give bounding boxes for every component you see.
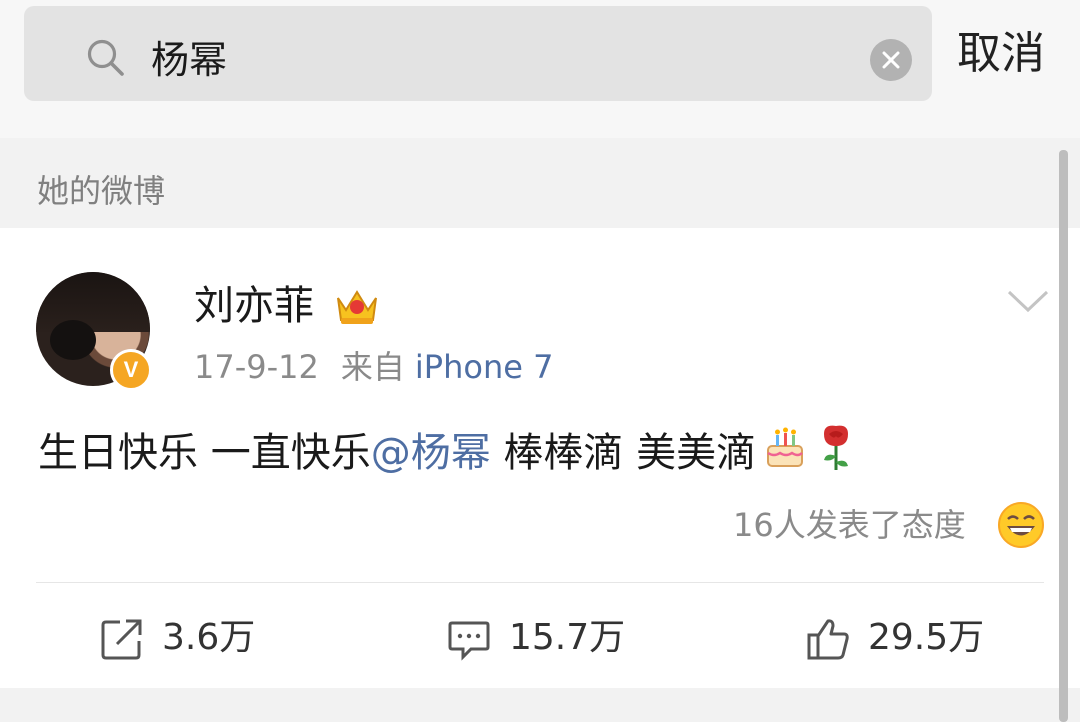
post-source-label: 来自 — [340, 348, 405, 386]
section-title: 她的微博 — [37, 172, 166, 210]
like-count: 29.5万 — [868, 617, 985, 658]
crown-icon[interactable] — [334, 284, 380, 326]
repost-count: 3.6万 — [162, 617, 256, 658]
weibo-post-card[interactable]: V 刘亦菲 17-9-12 来自 iPhone 7 生日快乐 一直快乐@杨幂 棒棒滴… — [0, 228, 1080, 688]
divider — [36, 582, 1044, 583]
cancel-button[interactable]: 取消 — [957, 25, 1045, 83]
rose-icon — [824, 425, 849, 470]
search-bar: 杨幂 取消 — [0, 0, 1080, 138]
comment-icon — [448, 621, 490, 661]
post-date: 17-9-12 — [194, 348, 319, 386]
like-icon — [807, 619, 849, 660]
repost-icon — [101, 619, 142, 660]
cake-icon — [767, 427, 804, 467]
clear-icon — [882, 51, 900, 69]
post-text-part: 棒棒滴 美美滴 — [490, 430, 757, 476]
mention-link[interactable]: @杨幂 — [371, 430, 491, 476]
reactions-summary[interactable]: 16人发表了态度 — [733, 504, 966, 546]
post-device[interactable]: iPhone 7 — [415, 348, 554, 386]
post-text-part: 生日快乐 一直快乐 — [38, 430, 371, 476]
search-icon — [87, 39, 124, 76]
search-query-text[interactable]: 杨幂 — [151, 36, 227, 84]
clear-search-button[interactable] — [870, 39, 912, 81]
author-name[interactable]: 刘亦菲 — [194, 280, 314, 332]
comment-count: 15.7万 — [509, 617, 626, 658]
chevron-down-icon[interactable] — [1006, 288, 1050, 314]
post-meta: 17-9-12 来自 iPhone 7 — [194, 346, 553, 388]
verified-badge: V — [110, 349, 152, 391]
post-content: 生日快乐 一直快乐@杨幂 棒棒滴 美美滴 — [38, 422, 856, 479]
scrollbar[interactable] — [1059, 150, 1068, 722]
search-input[interactable]: 杨幂 — [24, 6, 932, 101]
laugh-icon[interactable] — [997, 501, 1045, 549]
